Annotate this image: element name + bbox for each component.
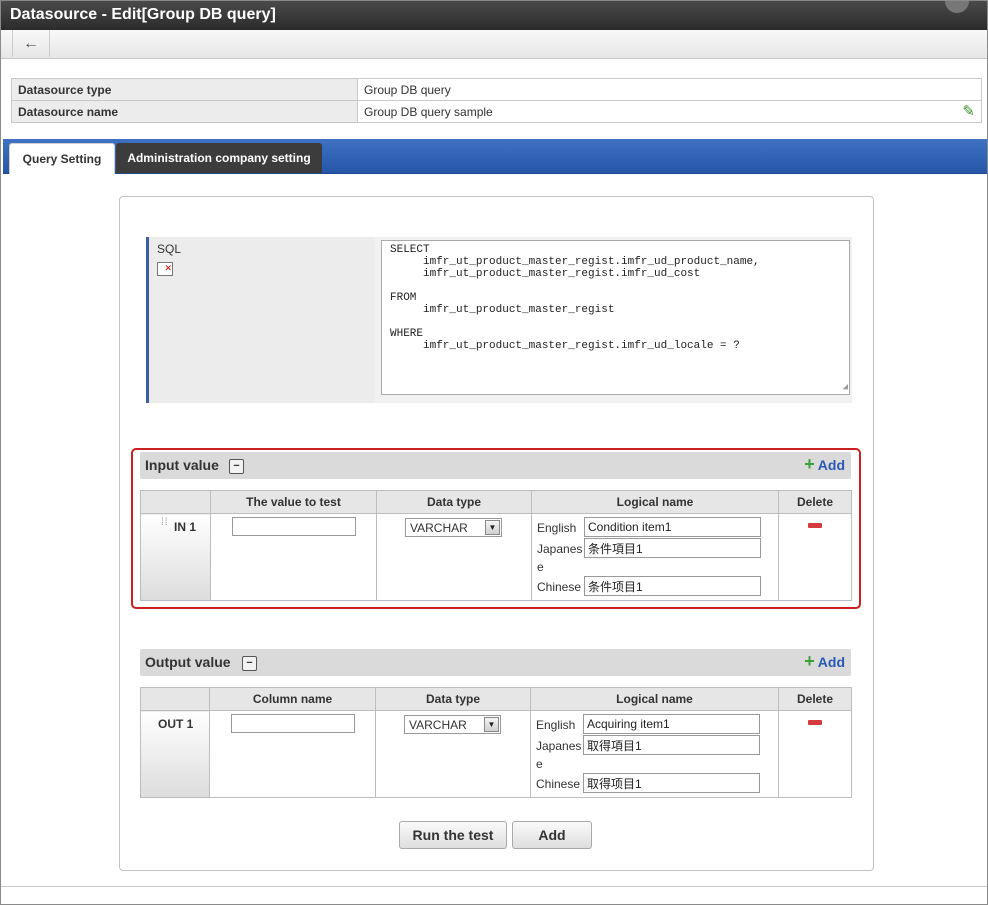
plus-icon: + [804,454,815,474]
info-row-type: Datasource type Group DB query [11,78,982,101]
output-logical-name-cell: English Japanes e Chinese [530,710,779,798]
window-title: Datasource - Edit[Group DB query] [10,6,276,23]
chinese-label: Chinese [537,580,582,594]
tab-bar: Query Setting Administration company set… [3,139,987,174]
input-logical-name-cell: English Japanes e Chinese [531,513,779,601]
output-col-logical-name: Logical name [530,687,779,711]
japanese-label-line1: Japanes [536,739,582,753]
input-col-test-value: The value to test [210,490,377,514]
resize-grip-icon[interactable]: ◢ [843,381,848,393]
datasource-name-label: Datasource name [11,100,358,123]
collapse-input-icon[interactable]: − [229,459,244,474]
input-col-blank [140,490,211,514]
sql-text: SELECT imfr_ut_product_master_regist.imf… [390,244,760,352]
output-value-header: Output value − + Add [140,649,851,676]
column-name-input[interactable] [230,714,355,733]
datasource-name-cell: Group DB query sample ✎ [357,100,982,123]
chevron-down-icon: ▼ [484,717,499,732]
chinese-name-input[interactable] [583,773,760,793]
run-test-button[interactable]: Run the test [399,821,507,849]
back-button[interactable]: ← [12,30,50,57]
table-row: OUT 1 VARCHAR ▼ English Japanes e Chines [140,710,852,798]
sql-row: SQL ✕ SELECT imfr_ut_product_master_regi… [146,237,852,403]
output-value-title: Output value [145,654,231,670]
drag-handle-icon[interactable]: ⁞⁞ [161,518,169,528]
output-row-label-cell: OUT 1 [140,710,210,798]
output-row-label: OUT 1 [158,717,194,731]
window-corner [945,1,969,13]
japanese-label-line2: e [536,757,543,771]
sql-textarea[interactable]: SELECT imfr_ut_product_master_regist.imf… [381,240,850,395]
add-output-button[interactable]: + Add [804,651,845,671]
back-arrow-icon: ← [23,34,39,52]
tab-administration-company-setting[interactable]: Administration company setting [116,143,322,173]
delete-input-row-icon[interactable] [808,523,822,528]
table-row: ⁞⁞ IN 1 VARCHAR ▼ English Japanes e [140,513,852,601]
output-value-table: Column name Data type Logical name Delet… [140,687,852,798]
japanese-label-line1: Japanes [537,542,583,556]
output-data-type-value: VARCHAR [409,718,467,732]
input-row-label: IN 1 [174,520,197,534]
sql-label-cell: SQL ✕ [146,237,375,403]
input-logical-name-group: English Japanes e Chinese [532,514,778,600]
tab-query-setting[interactable]: Query Setting [9,143,115,174]
window: Datasource - Edit[Group DB query] ← Data… [0,0,988,905]
output-header-row: Column name Data type Logical name Delet… [140,687,852,711]
output-logical-name-group: English Japanes e Chinese [531,711,778,797]
test-value-cell [210,513,377,601]
pencil-icon[interactable]: ✎ [962,104,975,119]
add-output-label: Add [817,654,845,670]
chinese-name-input[interactable] [584,576,761,596]
sql-label: SQL [157,242,182,256]
output-col-data-type: Data type [375,687,531,711]
input-value-title: Input value [145,457,219,473]
input-row-label-cell: ⁞⁞ IN 1 [140,513,211,601]
toolbar: ← [1,30,987,59]
title-bar: Datasource - Edit[Group DB query] [1,1,987,30]
datasource-name-value: Group DB query sample [364,104,493,119]
datasource-type-label: Datasource type [11,78,358,101]
japanese-name-input[interactable] [583,735,760,755]
datasource-info-table: Datasource type Group DB query Datasourc… [11,78,982,123]
collapse-output-icon[interactable]: − [242,656,257,671]
english-name-input[interactable] [584,517,761,537]
clear-sql-icon[interactable]: ✕ [157,262,173,276]
english-label: English [536,718,576,732]
input-delete-cell [778,513,852,601]
input-value-table: The value to test Data type Logical name… [140,490,852,601]
output-col-blank [140,687,210,711]
add-input-label: Add [817,457,845,473]
test-value-input[interactable] [231,517,356,536]
english-name-input[interactable] [583,714,760,734]
input-data-type-cell: VARCHAR ▼ [376,513,532,601]
english-label: English [537,521,577,535]
japanese-label-line2: e [537,560,544,574]
input-col-data-type: Data type [376,490,532,514]
add-input-button[interactable]: + Add [804,454,845,474]
japanese-name-input[interactable] [584,538,761,558]
input-header-row: The value to test Data type Logical name… [140,490,852,514]
info-row-name: Datasource name Group DB query sample ✎ [11,100,982,123]
input-col-logical-name: Logical name [531,490,779,514]
plus-icon: + [804,651,815,671]
output-data-type-cell: VARCHAR ▼ [375,710,531,798]
add-button[interactable]: Add [512,821,592,849]
input-value-header: Input value − + Add [140,452,851,479]
footer-divider [1,886,987,887]
input-col-delete: Delete [778,490,852,514]
output-delete-cell [778,710,852,798]
output-col-column-name: Column name [209,687,376,711]
chinese-label: Chinese [536,777,581,791]
chevron-down-icon: ▼ [485,520,500,535]
output-data-type-select[interactable]: VARCHAR ▼ [404,715,501,734]
column-name-cell [209,710,376,798]
input-data-type-select[interactable]: VARCHAR ▼ [405,518,502,537]
input-data-type-value: VARCHAR [410,521,468,535]
datasource-type-value: Group DB query [357,78,982,101]
delete-output-row-icon[interactable] [808,720,822,725]
output-col-delete: Delete [778,687,852,711]
